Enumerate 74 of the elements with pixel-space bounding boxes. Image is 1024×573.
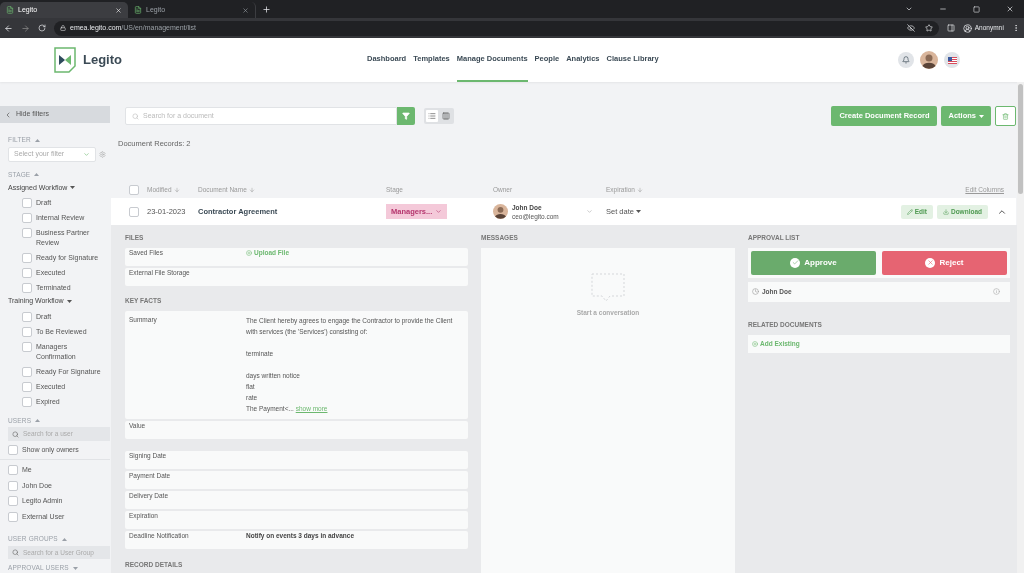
- side-panel-icon[interactable]: [946, 24, 955, 32]
- sort-arrow-icon[interactable]: [173, 187, 180, 193]
- tab-favicon-icon: [6, 6, 14, 14]
- checkbox[interactable]: [128, 206, 139, 217]
- info-icon[interactable]: [993, 288, 1000, 296]
- owner-avatar: [493, 204, 508, 219]
- clock-icon: [752, 288, 759, 296]
- caret-icon[interactable]: [66, 299, 72, 303]
- bell-icon: [902, 56, 910, 64]
- checkbox[interactable]: [22, 396, 32, 407]
- minimize-icon[interactable]: [939, 5, 947, 13]
- forward-icon[interactable]: [21, 23, 30, 33]
- language-button[interactable]: [944, 52, 960, 68]
- checkbox[interactable]: [22, 366, 32, 377]
- restore-icon[interactable]: [973, 5, 980, 13]
- check-icon: [790, 257, 801, 268]
- caret-icon[interactable]: [635, 210, 641, 213]
- sort-arrow-icon[interactable]: [636, 187, 643, 193]
- notifications-button[interactable]: [898, 52, 914, 68]
- search-icon: [12, 430, 19, 438]
- scrollbar[interactable]: [1017, 82, 1024, 573]
- delete-button[interactable]: [995, 106, 1016, 126]
- pencil-icon: [906, 208, 913, 215]
- settings-icon[interactable]: [99, 150, 106, 158]
- chevron-down-icon: [83, 150, 90, 158]
- search-icon: [12, 549, 19, 557]
- list-icon: [428, 112, 436, 120]
- download-icon: [942, 208, 949, 215]
- lock-icon[interactable]: [60, 25, 66, 31]
- tab-favicon-icon: [134, 6, 142, 14]
- checkbox[interactable]: [8, 444, 18, 455]
- chevron-left-icon: [4, 110, 12, 119]
- checkbox[interactable]: [22, 253, 32, 264]
- reload-icon[interactable]: [38, 24, 46, 32]
- logo-text[interactable]: Legito: [83, 50, 122, 70]
- list-view-button[interactable]: [426, 110, 438, 122]
- checkbox[interactable]: [22, 381, 32, 392]
- checkbox[interactable]: [22, 268, 32, 279]
- close-icon[interactable]: [242, 6, 249, 14]
- star-icon: [924, 24, 933, 32]
- search-icon: [132, 112, 139, 120]
- filter-button[interactable]: [397, 107, 415, 125]
- menu-icon[interactable]: [1012, 24, 1020, 32]
- trash-icon: [1002, 112, 1009, 120]
- checkbox[interactable]: [128, 185, 139, 195]
- filter-icon: [402, 112, 410, 120]
- checkbox[interactable]: [22, 213, 32, 224]
- plus-circle-icon[interactable]: [246, 249, 252, 256]
- checkbox[interactable]: [8, 496, 18, 507]
- chevron-down-icon[interactable]: [905, 5, 913, 13]
- new-tab-icon[interactable]: [262, 5, 271, 14]
- checkbox[interactable]: [22, 228, 32, 239]
- checkbox[interactable]: [22, 341, 32, 352]
- x-icon: [925, 257, 936, 268]
- checkbox[interactable]: [8, 480, 18, 491]
- column-view-button[interactable]: [440, 110, 452, 122]
- eye-off-icon: [906, 24, 915, 32]
- flag-icon: [947, 56, 957, 64]
- plus-circle-icon[interactable]: [752, 340, 758, 347]
- columns-icon: [442, 112, 450, 120]
- checkbox[interactable]: [22, 311, 32, 322]
- sort-arrow-icon[interactable]: [248, 187, 255, 193]
- checkbox[interactable]: [22, 198, 32, 209]
- checkbox[interactable]: [8, 511, 18, 522]
- checkbox[interactable]: [22, 283, 32, 294]
- chevron-down-icon: [435, 208, 443, 215]
- checkbox[interactable]: [8, 465, 18, 476]
- logo-icon[interactable]: [54, 47, 76, 73]
- checkbox[interactable]: [22, 326, 32, 337]
- avatar[interactable]: [920, 51, 938, 69]
- profile-icon[interactable]: [962, 23, 972, 33]
- chat-bubble-icon: [590, 271, 626, 304]
- back-icon[interactable]: [4, 23, 13, 33]
- caret-icon[interactable]: [70, 186, 76, 190]
